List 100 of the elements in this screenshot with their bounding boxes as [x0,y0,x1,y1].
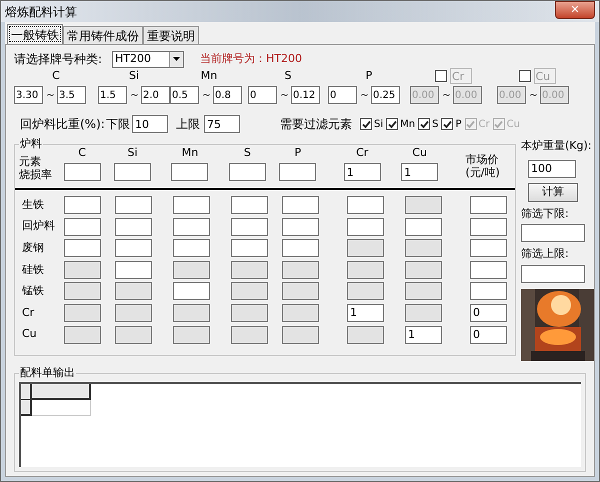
input-field[interactable]: 0 [248,86,277,104]
input-field[interactable] [279,163,316,181]
input-field[interactable] [470,196,507,214]
tab[interactable]: 重要说明 [143,26,199,44]
label: 本炉重量(Kg): [521,138,592,154]
input-field[interactable]: 2.0 [141,86,170,104]
label: Cu [506,118,520,132]
label: Cu [21,326,38,342]
input-field[interactable]: 0.8 [213,86,242,104]
label: P [294,146,302,160]
label: 需要过滤元素 [280,116,352,133]
input-field[interactable] [64,196,101,214]
input-field[interactable]: 1 [401,163,438,181]
label: 市场价 [465,153,498,166]
input-field[interactable]: 75 [204,115,240,133]
label: 当前牌号为：HT200 [200,50,302,67]
input-field[interactable] [64,239,101,258]
input-field[interactable]: 3.5 [57,86,86,104]
input-field[interactable]: 10 [132,115,168,133]
label: 筛选下限: [521,206,570,222]
label: P [455,118,462,132]
checkbox[interactable] [418,118,430,130]
grid-corner-cell [21,384,32,400]
input-field[interactable] [231,218,268,236]
input-field[interactable]: 3.30 [14,86,43,104]
input-field[interactable] [173,282,210,300]
input-field[interactable]: 1 [344,163,381,181]
input-field[interactable] [173,196,210,214]
input-field[interactable] [470,260,507,279]
input-field[interactable] [470,218,507,236]
label: 元素 [19,155,42,168]
input-field[interactable] [64,218,101,236]
input-field[interactable] [115,196,152,214]
label: 生铁 [21,196,45,213]
checkbox[interactable] [386,118,398,130]
label: 下限 [106,116,131,133]
input-field[interactable] [347,218,384,236]
label: 回炉料 [21,218,56,234]
input-field[interactable] [405,218,442,236]
input-field[interactable]: 0.25 [371,86,400,104]
input-field[interactable] [115,239,152,258]
tab[interactable]: 一般铸铁 [7,24,63,44]
input-field[interactable] [171,163,208,181]
input-field[interactable] [115,260,152,279]
tilde: ～ [45,86,55,103]
input-field[interactable] [282,218,319,236]
input-field[interactable] [282,196,319,214]
element-field: Cu [534,68,556,84]
tilde: ～ [279,86,289,103]
label: C [77,146,87,160]
label: 硅铁 [21,262,45,278]
caret-icon [173,57,180,61]
label: 烧损率 [19,168,53,181]
input-field[interactable] [470,282,507,300]
checkbox[interactable] [360,118,372,130]
label: Cr [21,304,36,321]
input-field[interactable] [347,196,384,214]
input-field[interactable] [231,196,268,214]
label: (元/吨) [465,166,500,179]
group-title: 配料单输出 [19,366,76,380]
input-field[interactable]: 100 [528,160,576,178]
input-field[interactable] [282,239,319,258]
label: C [52,68,60,84]
input-field[interactable] [521,224,585,242]
input-field[interactable] [115,218,152,236]
label: S [242,146,252,160]
grade-dropdown[interactable]: HT200 [112,50,184,68]
input-field[interactable] [470,239,507,258]
input-field[interactable]: 1 [347,304,384,322]
label: Mn [200,68,218,84]
tilde: ～ [359,86,369,103]
label: 请选择牌号种类: [14,51,104,68]
input-field[interactable] [173,218,210,236]
input-field[interactable]: 0 [328,86,357,104]
label: Si [374,118,384,132]
tab[interactable]: 常用铸件成份 [63,26,143,44]
input-field[interactable]: 1.5 [98,86,127,104]
tilde: ～ [441,86,451,103]
label: 上限 [176,116,201,133]
input-field[interactable] [521,264,585,282]
label: 筛选上限: [521,246,570,262]
label: Cu [411,146,428,160]
input-field[interactable]: 0 [470,304,507,322]
label: Mn [180,146,200,160]
calculate-button[interactable]: 计算 [528,182,578,202]
label: 回炉料比重(%): [20,116,106,133]
input-field[interactable]: 0 [470,326,507,344]
tilde: ～ [129,86,139,103]
checkbox[interactable] [441,118,454,130]
input-field[interactable]: 0.5 [170,86,199,104]
tilde: ～ [528,86,538,103]
input-field[interactable] [231,239,268,258]
input-field[interactable] [228,163,266,181]
input-field[interactable] [114,163,152,181]
input-field[interactable] [64,163,101,181]
input-field[interactable]: 0.12 [291,86,320,104]
input-field[interactable]: 1 [405,326,442,344]
input-field[interactable] [173,239,210,258]
window-title: 熔炼配料计算 [5,4,77,20]
label: P [366,68,372,84]
